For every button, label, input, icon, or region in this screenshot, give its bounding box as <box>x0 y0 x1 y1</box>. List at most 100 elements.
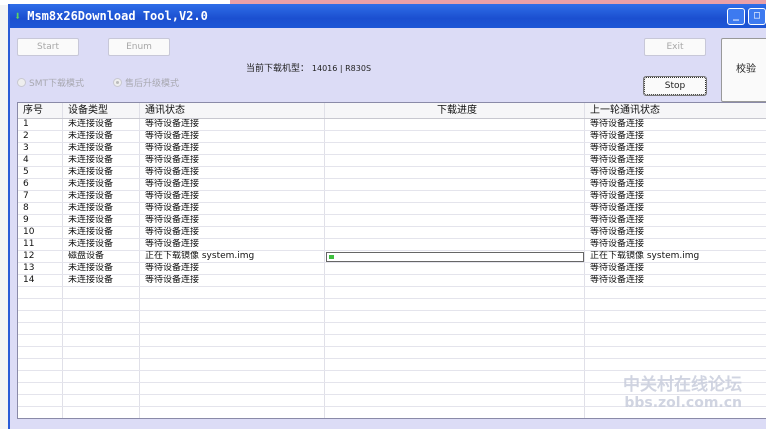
row-status: 等待设备连接 <box>140 203 325 214</box>
window-title: Msm8x26Download Tool,V2.0 <box>27 9 208 23</box>
col-header-prev-status[interactable]: 上一轮通讯状态 <box>585 103 766 118</box>
table-row[interactable]: 8 未连接设备 等待设备连接 等待设备连接 <box>18 203 766 215</box>
row-progress <box>325 263 585 274</box>
start-button[interactable]: Start <box>17 38 79 56</box>
row-progress <box>325 251 585 262</box>
row-progress <box>325 203 585 214</box>
col-header-progress[interactable]: 下载进度 <box>325 103 585 118</box>
row-prev-status: 正在下载镜像 system.img <box>585 251 766 262</box>
row-device-type: 未连接设备 <box>63 131 140 142</box>
row-no: 11 <box>18 239 63 250</box>
col-header-type[interactable]: 设备类型 <box>63 103 140 118</box>
empty-row[interactable] <box>18 347 766 359</box>
row-status: 等待设备连接 <box>140 179 325 190</box>
table-row[interactable]: 6 未连接设备 等待设备连接 等待设备连接 <box>18 179 766 191</box>
row-prev-status: 等待设备连接 <box>585 239 766 250</box>
stop-button[interactable]: Stop <box>643 76 707 96</box>
row-no: 13 <box>18 263 63 274</box>
progress-bar <box>326 252 584 262</box>
table-row[interactable]: 11 未连接设备 等待设备连接 等待设备连接 <box>18 239 766 251</box>
empty-row[interactable] <box>18 299 766 311</box>
enum-button[interactable]: Enum <box>108 38 170 56</box>
row-status: 等待设备连接 <box>140 155 325 166</box>
table-row[interactable]: 4 未连接设备 等待设备连接 等待设备连接 <box>18 155 766 167</box>
row-no: 2 <box>18 131 63 142</box>
watermark-line1: 中关村在线论坛 <box>623 375 742 395</box>
row-no: 7 <box>18 191 63 202</box>
table-row[interactable]: 10 未连接设备 等待设备连接 等待设备连接 <box>18 227 766 239</box>
row-prev-status: 等待设备连接 <box>585 191 766 202</box>
table-row[interactable]: 12 磁盘设备 正在下载镜像 system.img 正在下载镜像 system.… <box>18 251 766 263</box>
table-row[interactable]: 14 未连接设备 等待设备连接 等待设备连接 <box>18 275 766 287</box>
row-progress <box>325 155 585 166</box>
table-row[interactable]: 9 未连接设备 等待设备连接 等待设备连接 <box>18 215 766 227</box>
row-prev-status: 等待设备连接 <box>585 275 766 286</box>
row-device-type: 未连接设备 <box>63 215 140 226</box>
col-header-status[interactable]: 通讯状态 <box>140 103 325 118</box>
empty-row[interactable] <box>18 287 766 299</box>
row-no: 9 <box>18 215 63 226</box>
row-device-type: 磁盘设备 <box>63 251 140 262</box>
smt-mode-label: SMT下载模式 <box>29 79 84 89</box>
row-no: 12 <box>18 251 63 262</box>
row-progress <box>325 143 585 154</box>
row-prev-status: 等待设备连接 <box>585 155 766 166</box>
col-header-no[interactable]: 序号 <box>18 103 63 118</box>
smt-mode-radio[interactable]: SMT下载模式 <box>17 76 84 89</box>
row-device-type: 未连接设备 <box>63 119 140 130</box>
row-prev-status: 等待设备连接 <box>585 263 766 274</box>
row-progress <box>325 227 585 238</box>
row-progress <box>325 239 585 250</box>
row-no: 1 <box>18 119 63 130</box>
row-prev-status: 等待设备连接 <box>585 131 766 142</box>
minimize-button[interactable]: _ <box>727 8 745 25</box>
watermark: 中关村在线论坛 bbs.zol.com.cn <box>623 370 742 411</box>
row-device-type: 未连接设备 <box>63 275 140 286</box>
table-row[interactable]: 7 未连接设备 等待设备连接 等待设备连接 <box>18 191 766 203</box>
row-prev-status: 等待设备连接 <box>585 203 766 214</box>
row-device-type: 未连接设备 <box>63 227 140 238</box>
row-status: 等待设备连接 <box>140 119 325 130</box>
row-no: 6 <box>18 179 63 190</box>
row-status: 等待设备连接 <box>140 239 325 250</box>
row-device-type: 未连接设备 <box>63 263 140 274</box>
row-no: 3 <box>18 143 63 154</box>
row-prev-status: 等待设备连接 <box>585 227 766 238</box>
table-row[interactable]: 13 未连接设备 等待设备连接 等待设备连接 <box>18 263 766 275</box>
row-status: 等待设备连接 <box>140 143 325 154</box>
radio-circle <box>113 78 122 87</box>
maximize-button[interactable]: □ <box>748 8 766 25</box>
empty-row[interactable] <box>18 323 766 335</box>
row-progress <box>325 167 585 178</box>
table-header: 序号 设备类型 通讯状态 下载进度 上一轮通讯状态 <box>18 103 766 119</box>
table-row[interactable]: 1 未连接设备 等待设备连接 等待设备连接 <box>18 119 766 131</box>
download-arrow-icon: ⬇ <box>14 9 22 23</box>
row-device-type: 未连接设备 <box>63 239 140 250</box>
row-device-type: 未连接设备 <box>63 167 140 178</box>
row-progress <box>325 275 585 286</box>
table-row[interactable]: 2 未连接设备 等待设备连接 等待设备连接 <box>18 131 766 143</box>
table-row[interactable]: 3 未连接设备 等待设备连接 等待设备连接 <box>18 143 766 155</box>
row-status: 等待设备连接 <box>140 227 325 238</box>
row-status: 等待设备连接 <box>140 131 325 142</box>
row-status: 等待设备连接 <box>140 167 325 178</box>
row-prev-status: 等待设备连接 <box>585 119 766 130</box>
row-device-type: 未连接设备 <box>63 203 140 214</box>
watermark-line2: bbs.zol.com.cn <box>624 395 742 411</box>
row-progress <box>325 119 585 130</box>
row-no: 4 <box>18 155 63 166</box>
current-model-label: 当前下载机型： <box>246 64 310 74</box>
progress-fill <box>329 255 335 259</box>
verify-button[interactable]: 校验 <box>721 38 766 102</box>
row-status: 正在下载镜像 system.img <box>140 251 325 262</box>
row-prev-status: 等待设备连接 <box>585 143 766 154</box>
table-row[interactable]: 5 未连接设备 等待设备连接 等待设备连接 <box>18 167 766 179</box>
row-status: 等待设备连接 <box>140 263 325 274</box>
empty-row[interactable] <box>18 335 766 347</box>
row-progress <box>325 131 585 142</box>
current-model: 当前下载机型： 14016 | R830S <box>246 61 371 74</box>
empty-row[interactable] <box>18 311 766 323</box>
after-sales-mode-radio[interactable]: 售后升级模式 <box>113 76 179 89</box>
row-no: 10 <box>18 227 63 238</box>
exit-button[interactable]: Exit <box>644 38 706 56</box>
